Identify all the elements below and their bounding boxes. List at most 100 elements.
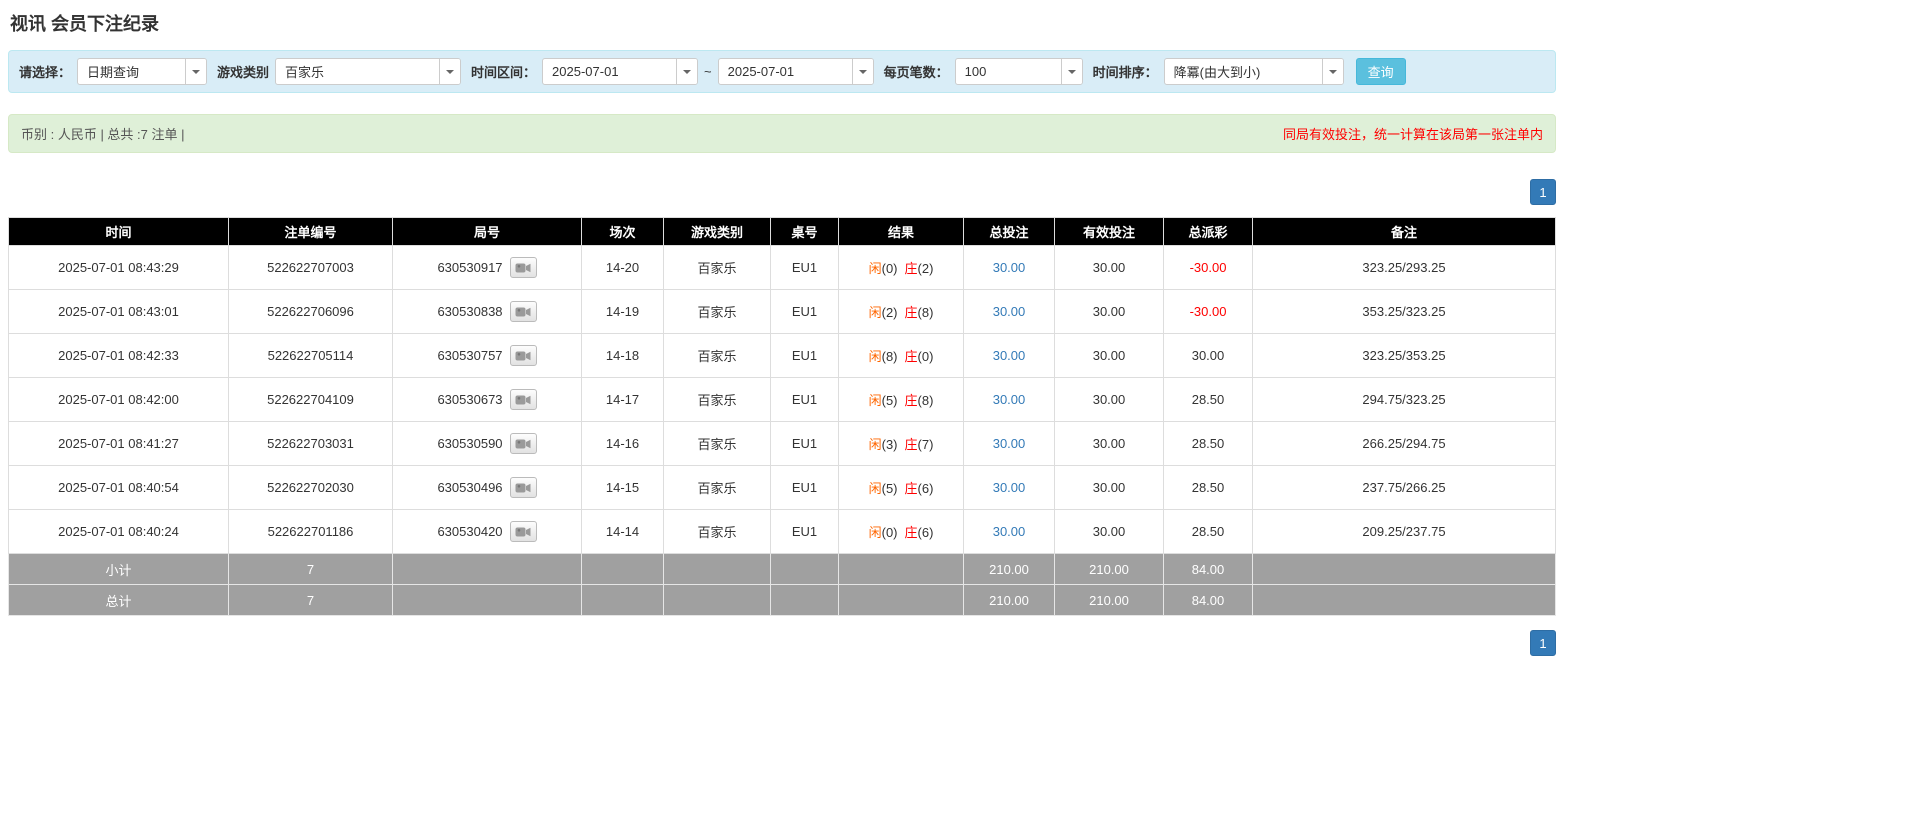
cell-table-no: EU1 — [771, 246, 839, 290]
result-banker-label: 庄 — [905, 481, 918, 496]
cell-valid-bet: 30.00 — [1055, 510, 1164, 554]
round-number: 630530420 — [437, 524, 502, 539]
cell-bet-id: 522622706096 — [229, 290, 393, 334]
cell-game-type: 百家乐 — [664, 466, 771, 510]
video-button[interactable] — [510, 301, 537, 322]
summary-bar: 币别 : 人民币 | 总共 :7 注单 | 同局有效投注，统一计算在该局第一张注… — [8, 114, 1556, 153]
cell-round: 630530673 — [393, 378, 582, 422]
video-button[interactable] — [510, 345, 537, 366]
betting-records-table: 时间注单编号局号场次游戏类别桌号结果总投注有效投注总派彩备注 2025-07-0… — [8, 217, 1556, 616]
result-player-count: (0) — [882, 261, 898, 276]
cell-bet-id: 522622704109 — [229, 378, 393, 422]
video-camera-icon — [515, 306, 531, 318]
total-bet-link[interactable]: 30.00 — [993, 436, 1026, 451]
chevron-down-icon[interactable] — [1061, 59, 1082, 84]
cell-game-type: 百家乐 — [664, 510, 771, 554]
page-title: 视讯 会员下注纪录 — [10, 10, 1556, 36]
video-camera-icon — [515, 262, 531, 274]
summary-empty-cell — [393, 554, 582, 585]
game-type-value: 百家乐 — [276, 59, 439, 84]
chevron-down-icon[interactable] — [185, 59, 206, 84]
result-banker-label: 庄 — [905, 525, 918, 540]
column-header: 场次 — [582, 218, 664, 246]
cell-game-type: 百家乐 — [664, 422, 771, 466]
cell-session: 14-20 — [582, 246, 664, 290]
cell-session: 14-18 — [582, 334, 664, 378]
search-button[interactable]: 查询 — [1356, 58, 1406, 85]
cell-time: 2025-07-01 08:40:24 — [9, 510, 229, 554]
cell-table-no: EU1 — [771, 290, 839, 334]
total-bet-link[interactable]: 30.00 — [993, 524, 1026, 539]
cell-bet-id: 522622702030 — [229, 466, 393, 510]
column-header: 结果 — [839, 218, 964, 246]
total-bet-link[interactable]: 30.00 — [993, 392, 1026, 407]
sort-order-value: 降冪(由大到小) — [1165, 59, 1322, 84]
cell-round: 630530838 — [393, 290, 582, 334]
video-button[interactable] — [510, 477, 537, 498]
cell-table-no: EU1 — [771, 378, 839, 422]
chevron-down-icon[interactable] — [439, 59, 460, 84]
round-wrap: 630530590 — [394, 433, 580, 454]
cell-valid-bet: 30.00 — [1055, 378, 1164, 422]
cell-game-type: 百家乐 — [664, 334, 771, 378]
result-player-count: (5) — [882, 481, 898, 496]
summary-count-cell: 7 — [229, 585, 393, 616]
notice-text: 同局有效投注，统一计算在该局第一张注单内 — [1283, 124, 1543, 143]
page-container: 视讯 会员下注纪录 请选择： 日期查询 游戏类别 百家乐 时间区间： 2025-… — [8, 10, 1556, 656]
video-button[interactable] — [510, 389, 537, 410]
round-wrap: 630530917 — [394, 257, 580, 278]
video-camera-icon — [515, 438, 531, 450]
pagination-top: 1 — [8, 179, 1556, 205]
round-wrap: 630530838 — [394, 301, 580, 322]
cell-result: 闲(3)庄(7) — [839, 422, 964, 466]
total-bet-link[interactable]: 30.00 — [993, 260, 1026, 275]
date-to-dropdown[interactable]: 2025-07-01 — [718, 58, 874, 85]
summary-label-cell: 小计 — [9, 554, 229, 585]
page-button[interactable]: 1 — [1530, 630, 1556, 656]
result-player-count: (8) — [882, 349, 898, 364]
result-player-count: (3) — [882, 437, 898, 452]
date-from-dropdown[interactable]: 2025-07-01 — [542, 58, 698, 85]
video-button[interactable] — [510, 433, 537, 454]
page-size-dropdown[interactable]: 100 — [955, 58, 1083, 85]
result-banker-count: (0) — [918, 349, 934, 364]
result-player-count: (0) — [882, 525, 898, 540]
column-header: 注单编号 — [229, 218, 393, 246]
column-header: 备注 — [1253, 218, 1556, 246]
total-bet-link[interactable]: 30.00 — [993, 348, 1026, 363]
column-header: 有效投注 — [1055, 218, 1164, 246]
video-camera-icon — [515, 394, 531, 406]
chevron-down-icon[interactable] — [676, 59, 697, 84]
cell-table-no: EU1 — [771, 422, 839, 466]
column-header: 局号 — [393, 218, 582, 246]
chevron-down-icon[interactable] — [852, 59, 873, 84]
result-banker-count: (8) — [918, 305, 934, 320]
cell-time: 2025-07-01 08:43:01 — [9, 290, 229, 334]
cell-remark: 237.75/266.25 — [1253, 466, 1556, 510]
summary-count-cell: 7 — [229, 554, 393, 585]
result-banker-count: (8) — [918, 393, 934, 408]
column-header: 游戏类别 — [664, 218, 771, 246]
summary-label-cell: 总计 — [9, 585, 229, 616]
video-button[interactable] — [510, 257, 537, 278]
video-button[interactable] — [510, 521, 537, 542]
cell-round: 630530590 — [393, 422, 582, 466]
summary-payout-cell: 84.00 — [1164, 585, 1253, 616]
date-to-value: 2025-07-01 — [719, 59, 852, 84]
round-wrap: 630530757 — [394, 345, 580, 366]
select-type-dropdown[interactable]: 日期查询 — [77, 58, 207, 85]
video-camera-icon — [515, 526, 531, 538]
sort-order-dropdown[interactable]: 降冪(由大到小) — [1164, 58, 1344, 85]
column-header: 总投注 — [964, 218, 1055, 246]
chevron-down-icon[interactable] — [1322, 59, 1343, 84]
result-player-label: 闲 — [869, 261, 882, 276]
cell-payout: 28.50 — [1164, 510, 1253, 554]
game-type-dropdown[interactable]: 百家乐 — [275, 58, 461, 85]
page-button[interactable]: 1 — [1530, 179, 1556, 205]
round-wrap: 630530420 — [394, 521, 580, 542]
result-player-label: 闲 — [869, 525, 882, 540]
total-bet-link[interactable]: 30.00 — [993, 304, 1026, 319]
table-row: 2025-07-01 08:40:24522622701186630530420… — [9, 510, 1556, 554]
total-bet-link[interactable]: 30.00 — [993, 480, 1026, 495]
table-row: 2025-07-01 08:40:54522622702030630530496… — [9, 466, 1556, 510]
